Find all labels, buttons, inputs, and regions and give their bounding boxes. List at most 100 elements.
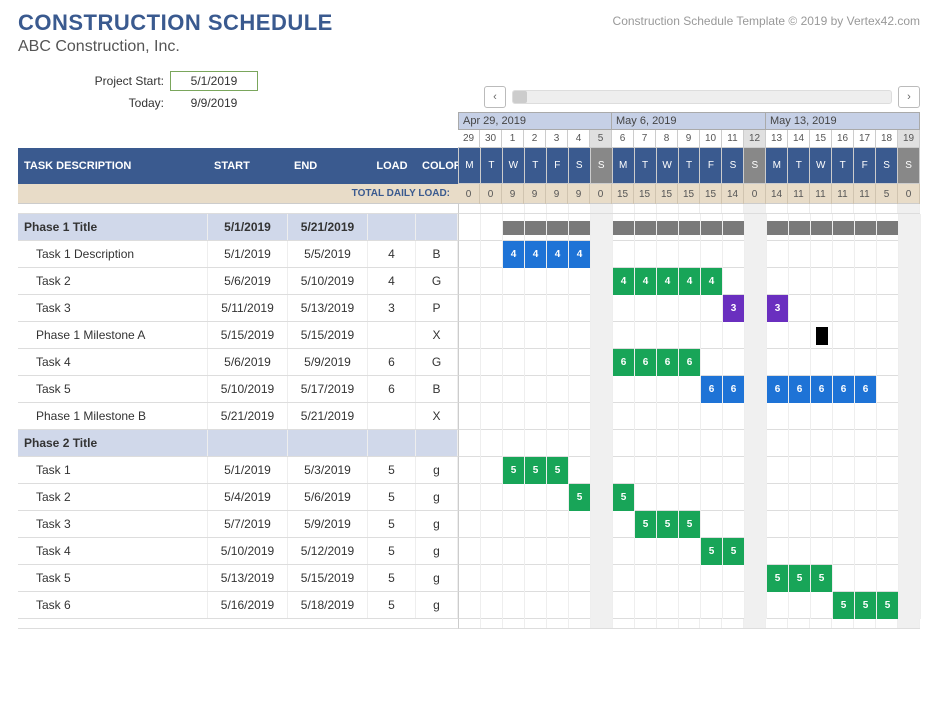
col-task: TASK DESCRIPTION: [18, 156, 208, 176]
gantt-bar: 4: [503, 241, 525, 268]
task-row[interactable]: Task 65/16/20195/18/20195g: [18, 592, 458, 619]
gantt-cell: [877, 295, 899, 322]
gantt-bar: 6: [657, 349, 679, 376]
task-load: 5: [368, 457, 416, 483]
task-row[interactable]: Phase 1 Milestone B5/21/20195/21/2019X: [18, 403, 458, 430]
gantt-cell: [811, 295, 833, 322]
timeline-scrollbar[interactable]: [512, 90, 892, 104]
task-color: X: [416, 322, 458, 348]
gantt-cell: [525, 403, 547, 430]
task-row[interactable]: Task 45/6/20195/9/20196G: [18, 349, 458, 376]
task-row[interactable]: Task 55/13/20195/15/20195g: [18, 565, 458, 592]
scroll-left-button[interactable]: ‹: [484, 86, 506, 108]
gantt-cell: [525, 322, 547, 349]
gantt-cell: [723, 349, 745, 376]
phase-row[interactable]: Phase 2 Title: [18, 430, 458, 457]
gantt-cell: [899, 322, 921, 349]
gantt-cell: [635, 430, 657, 457]
task-color: [416, 430, 458, 456]
gantt-bar: 4: [701, 268, 723, 295]
gantt-cell: [547, 349, 569, 376]
gantt-cell: [657, 592, 679, 619]
task-row[interactable]: Task 35/11/20195/13/20193P: [18, 295, 458, 322]
gantt-cell: [657, 565, 679, 592]
day-of-week: S: [722, 148, 744, 184]
task-row[interactable]: Task 45/10/20195/12/20195g: [18, 538, 458, 565]
gantt-cell: [855, 403, 877, 430]
gantt-cell: [569, 565, 591, 592]
gantt-cell: [789, 214, 811, 241]
task-row[interactable]: Task 25/4/20195/6/20195g: [18, 484, 458, 511]
gantt-bar: 4: [657, 268, 679, 295]
day-of-week: M: [613, 148, 635, 184]
task-color: B: [416, 376, 458, 402]
task-row[interactable]: Task 55/10/20195/17/20196B: [18, 376, 458, 403]
scrollbar-thumb[interactable]: [513, 91, 527, 103]
phase-bar: [547, 221, 568, 235]
scroll-right-button[interactable]: ›: [898, 86, 920, 108]
task-row[interactable]: Task 35/7/20195/9/20195g: [18, 511, 458, 538]
gantt-cell: [569, 403, 591, 430]
gantt-cell: [745, 403, 767, 430]
gantt-cell: [899, 376, 921, 403]
gantt-cell: [855, 511, 877, 538]
week-label: Apr 29, 2019: [458, 112, 612, 130]
gantt-cell: [767, 484, 789, 511]
company-name: ABC Construction, Inc.: [18, 38, 333, 56]
gantt-bar: 5: [833, 592, 855, 619]
gantt-cell: [745, 268, 767, 295]
daily-load-cell: 0: [590, 184, 612, 204]
gantt-cell: [745, 565, 767, 592]
task-start: 5/13/2019: [208, 565, 288, 591]
week-label: May 13, 2019: [766, 112, 920, 130]
gantt-cell: [591, 538, 613, 565]
task-end: 5/17/2019: [288, 376, 368, 402]
gantt-cell: [745, 457, 767, 484]
task-name: Task 1 Description: [18, 241, 208, 267]
gantt-cell: [701, 349, 723, 376]
task-row[interactable]: Phase 1 Milestone A5/15/20195/15/2019X: [18, 322, 458, 349]
day-of-week: M: [766, 148, 788, 184]
gantt-cell: [789, 592, 811, 619]
gantt-bar: 5: [767, 565, 789, 592]
day-of-week: T: [525, 148, 547, 184]
task-row[interactable]: Task 1 Description5/1/20195/5/20194B: [18, 241, 458, 268]
task-end: 5/15/2019: [288, 322, 368, 348]
day-number: 9: [678, 130, 700, 148]
gantt-cell: [569, 592, 591, 619]
daily-load-cell: 11: [854, 184, 876, 204]
gantt-cell: [701, 592, 723, 619]
phase-row[interactable]: Phase 1 Title5/1/20195/21/2019: [18, 214, 458, 241]
gantt-cell: [877, 376, 899, 403]
gantt-cell: [525, 592, 547, 619]
phase-bar: [767, 221, 788, 235]
gantt-cell: [701, 484, 723, 511]
copyright: Construction Schedule Template © 2019 by…: [613, 10, 920, 28]
task-color: B: [416, 241, 458, 267]
day-of-week: S: [591, 148, 613, 184]
task-load: [368, 322, 416, 348]
gantt-cell: [503, 403, 525, 430]
task-end: 5/5/2019: [288, 241, 368, 267]
task-load: 5: [368, 565, 416, 591]
gantt-cell: [657, 295, 679, 322]
daily-load-cell: 9: [524, 184, 546, 204]
task-start: 5/15/2019: [208, 322, 288, 348]
page-title: CONSTRUCTION SCHEDULE: [18, 10, 333, 36]
gantt-cell: [525, 430, 547, 457]
day-number: 15: [810, 130, 832, 148]
daily-load-cell: 0: [458, 184, 480, 204]
gantt-bar: 5: [503, 457, 525, 484]
project-start-input[interactable]: 5/1/2019: [170, 71, 258, 91]
gantt-cell: [525, 538, 547, 565]
gantt-cell: [679, 295, 701, 322]
day-number: 10: [700, 130, 722, 148]
gantt-cell: [591, 403, 613, 430]
task-row[interactable]: Task 15/1/20195/3/20195g: [18, 457, 458, 484]
week-label: May 6, 2019: [612, 112, 766, 130]
gantt-cell: [503, 565, 525, 592]
task-row[interactable]: Task 25/6/20195/10/20194G: [18, 268, 458, 295]
gantt-cell: [635, 376, 657, 403]
gantt-cell: [481, 457, 503, 484]
task-load: 5: [368, 592, 416, 618]
